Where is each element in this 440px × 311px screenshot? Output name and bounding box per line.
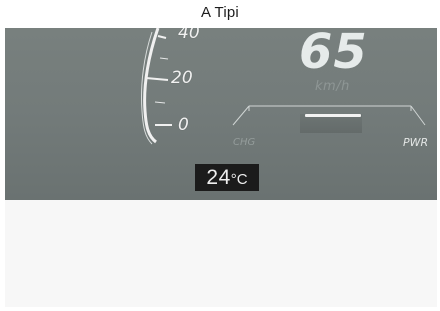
gauge-minor-tick xyxy=(154,101,166,104)
instrument-cluster: 40 20 0 65 km/h CHG PWR 24°C xyxy=(5,28,437,200)
gauge-label-0: 0 xyxy=(178,115,189,135)
power-meter-right-edge xyxy=(410,105,426,126)
gauge-tick-20 xyxy=(145,77,169,81)
power-meter-left-edge xyxy=(232,105,250,126)
charge-label: CHG xyxy=(233,137,256,148)
lower-blank-panel xyxy=(5,200,437,307)
temperature-unit: °C xyxy=(230,171,248,188)
power-meter-indicator xyxy=(305,114,361,117)
speed-unit: km/h xyxy=(315,79,350,94)
power-label: PWR xyxy=(403,136,429,149)
screenshot-frame: A Tipi 40 20 0 65 km/h CHG PWR 24°C xyxy=(0,0,440,311)
temperature-value: 24 xyxy=(206,166,231,189)
speed-readout: 65 xyxy=(299,28,368,80)
gauge-tick-40 xyxy=(157,35,167,39)
gauge-minor-tick xyxy=(159,57,169,60)
gauge-label-40: 40 xyxy=(178,28,200,43)
caption: A Tipi xyxy=(201,4,239,21)
gauge-label-20: 20 xyxy=(171,68,193,88)
temperature-display: 24°C xyxy=(195,164,259,191)
